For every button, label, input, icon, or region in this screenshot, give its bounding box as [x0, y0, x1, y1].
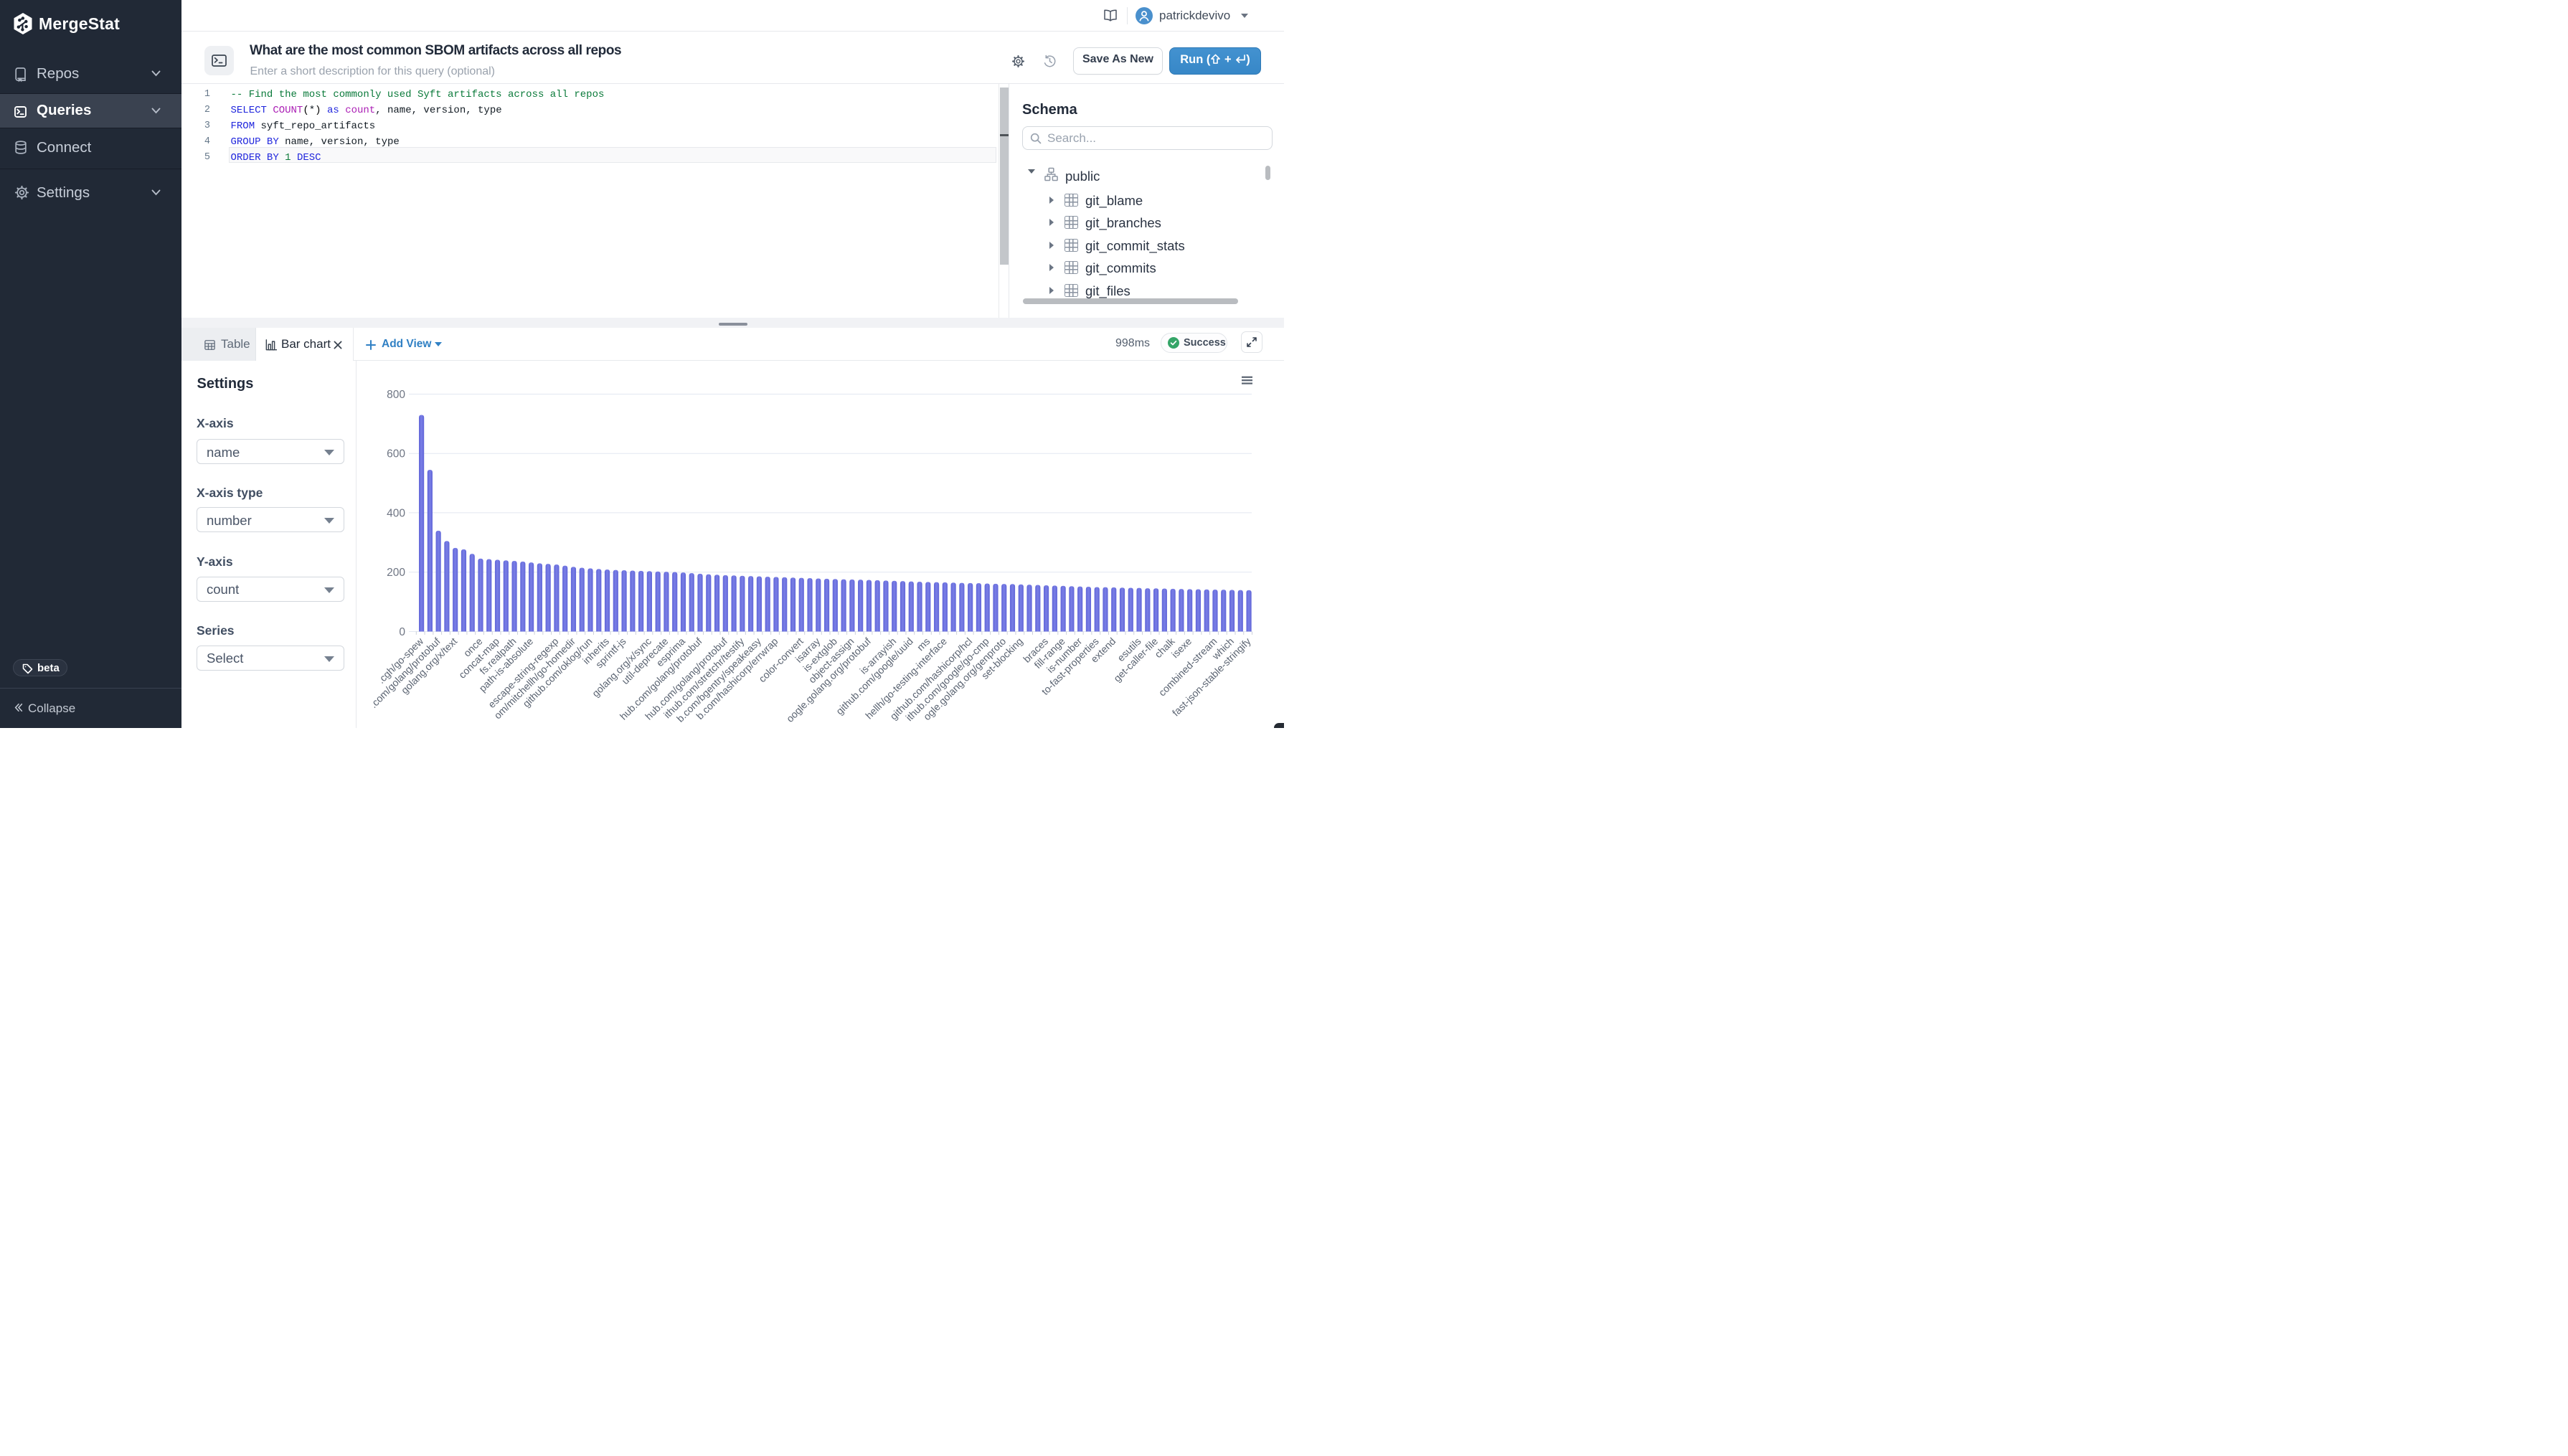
- svg-text:400: 400: [387, 507, 405, 519]
- svg-text:600: 600: [387, 448, 405, 460]
- svg-text:800: 800: [387, 389, 405, 401]
- svg-text:ithub.com/google/go-cmp: ithub.com/google/go-cmp: [903, 635, 991, 724]
- svg-text:.com/golang/protobuf: .com/golang/protobuf: [367, 635, 442, 710]
- svg-text:200: 200: [387, 567, 405, 579]
- svg-text:0: 0: [399, 626, 405, 638]
